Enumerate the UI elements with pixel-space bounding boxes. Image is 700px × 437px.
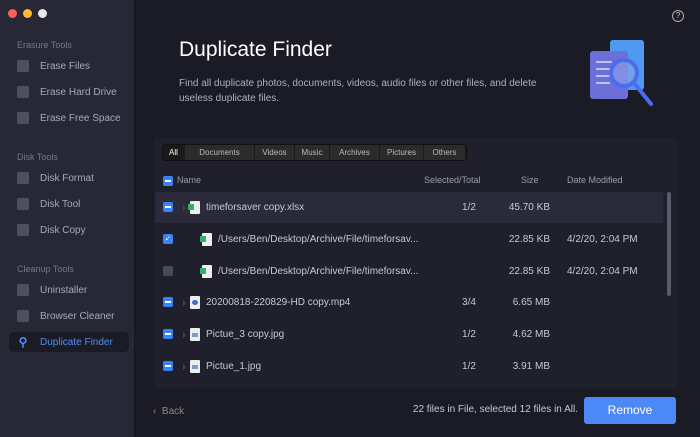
date-modified: 4/2/20, 2:04 PM	[567, 233, 638, 245]
select-all-checkbox[interactable]	[163, 176, 173, 186]
file-size: 22.85 KB	[508, 233, 550, 245]
tab-archives[interactable]: Archives	[330, 145, 380, 160]
sidebar-section-label: Erasure Tools	[17, 40, 72, 50]
search-icon: ⚲	[18, 335, 28, 349]
column-size[interactable]: Size	[521, 175, 539, 185]
help-icon[interactable]: ?	[672, 10, 684, 22]
file-name: Pictue_1.jpg	[206, 361, 262, 372]
row-checkbox[interactable]	[163, 265, 173, 276]
sidebar-item-disk-tool[interactable]: Disk Tool	[9, 194, 129, 214]
page-title: Duplicate Finder	[179, 38, 332, 61]
disclosure-triangle-icon[interactable]	[183, 332, 186, 339]
sidebar-item-label: Disk Copy	[40, 224, 86, 236]
paint-roller-icon	[17, 172, 29, 184]
sidebar-item-disk-format[interactable]: Disk Format	[9, 168, 129, 188]
file-name: Pictue_3 copy.jpg	[206, 329, 285, 341]
chevron-left-icon: ‹	[153, 406, 157, 417]
close-button[interactable]	[8, 9, 17, 18]
row-checkbox[interactable]	[163, 329, 173, 340]
status-text: 22 files in File, selected 12 files in A…	[412, 404, 578, 415]
xlsx-file-icon	[188, 201, 200, 214]
back-label: Back	[161, 406, 185, 417]
sidebar-item-uninstaller[interactable]: Uninstaller	[9, 280, 129, 300]
file-name: timeforsaver copy.xlsx	[206, 202, 305, 213]
mp4-file-icon	[190, 296, 200, 310]
sidebar-section-label: Disk Tools	[17, 152, 58, 162]
shredder-icon	[17, 60, 29, 72]
sidebar-item-label: Duplicate Finder	[40, 336, 113, 348]
row-checkbox[interactable]	[163, 361, 173, 371]
disclosure-triangle-icon[interactable]	[183, 205, 186, 211]
sidebar-item-erase-hard-drive[interactable]: Erase Hard Drive	[9, 82, 129, 102]
tab-documents[interactable]: Documents	[185, 145, 255, 160]
xlsx-file-icon	[200, 232, 212, 246]
file-size: 4.62 MB	[512, 329, 550, 341]
table-row[interactable]: Pictue_3 copy.jpg 1/2 4.62 MB	[155, 319, 663, 350]
table-row[interactable]: ✓ /Users/Ben/Desktop/Archive/File/timefo…	[155, 224, 663, 255]
sidebar-item-disk-copy[interactable]: Disk Copy	[9, 220, 129, 240]
tab-others[interactable]: Others	[424, 145, 466, 160]
sidebar-item-erase-free-space[interactable]: Erase Free Space	[9, 108, 129, 128]
xlsx-file-icon	[200, 264, 212, 278]
table-row[interactable]: /Users/Ben/Desktop/Archive/File/timefors…	[155, 256, 663, 287]
zoom-button[interactable]	[38, 9, 47, 18]
wrench-icon	[17, 198, 29, 210]
file-size: 6.65 MB	[512, 297, 550, 309]
column-date-modified[interactable]: Date Modified	[567, 175, 623, 185]
table-row[interactable]: 20200818-220829-HD copy.mp4 3/4 6.65 MB	[155, 287, 663, 318]
sidebar-item-label: Disk Tool	[40, 198, 81, 210]
jpg-file-icon	[190, 328, 200, 342]
tab-videos[interactable]: Videos	[255, 145, 295, 160]
file-name: 20200818-220829-HD copy.mp4	[206, 297, 351, 309]
tab-all[interactable]: All	[163, 145, 185, 160]
jpg-file-icon	[190, 360, 200, 373]
scrollbar[interactable]	[667, 192, 671, 296]
disk-icon	[17, 112, 29, 124]
file-name: /Users/Ben/Desktop/Archive/File/timefors…	[218, 265, 419, 277]
date-modified: 4/2/20, 2:04 PM	[567, 265, 638, 277]
sidebar-item-duplicate-finder[interactable]: ⚲ Duplicate Finder	[9, 332, 129, 352]
tab-music[interactable]: Music	[295, 145, 330, 160]
tab-pictures[interactable]: Pictures	[380, 145, 424, 160]
sidebar-item-label: Erase Files	[40, 60, 91, 72]
window-controls	[8, 9, 47, 18]
rocket-icon	[17, 310, 29, 322]
page-description: Find all duplicate photos, documents, vi…	[179, 78, 537, 104]
sidebar-section-label: Cleanup Tools	[17, 264, 74, 274]
file-name: /Users/Ben/Desktop/Archive/File/timefors…	[218, 233, 419, 245]
duplicate-finder-illustration	[590, 40, 653, 106]
sidebar-item-label: Browser Cleaner	[40, 310, 115, 322]
remove-button[interactable]: Remove	[584, 397, 676, 424]
copy-icon	[17, 224, 29, 236]
sidebar-item-erase-files[interactable]: Erase Files	[9, 56, 129, 76]
minimize-button[interactable]	[23, 9, 32, 18]
sidebar-item-browser-cleaner[interactable]: Browser Cleaner	[9, 306, 129, 326]
category-tabs: All Documents Videos Music Archives Pictures O…	[162, 144, 467, 161]
row-checkbox[interactable]	[163, 202, 173, 212]
row-checkbox[interactable]	[163, 297, 173, 308]
sidebar: Erasure Tools Erase Files Erase Hard Drive…	[0, 0, 135, 437]
uninstall-icon	[17, 284, 29, 296]
sidebar-item-label: Disk Format	[40, 172, 94, 184]
disclosure-triangle-icon[interactable]	[183, 364, 186, 370]
file-size: 45.70 KB	[508, 202, 550, 213]
back-button[interactable]: ‹ Back	[153, 406, 184, 417]
table-row[interactable]: timeforsaver copy.xlsx 1/2 45.70 KB	[155, 192, 663, 223]
file-size: 22.85 KB	[508, 265, 550, 277]
table-row[interactable]: Pictue_1.jpg 1/2 3.91 MB	[155, 351, 663, 382]
row-checkbox[interactable]: ✓	[163, 233, 173, 244]
hard-drive-icon	[17, 86, 29, 98]
column-name[interactable]: Name	[177, 175, 201, 185]
sidebar-item-label: Erase Free Space	[40, 112, 121, 124]
disclosure-triangle-icon[interactable]	[183, 300, 186, 307]
sidebar-item-label: Erase Hard Drive	[40, 86, 117, 98]
column-selected-total[interactable]: Selected/Total	[424, 175, 481, 185]
sidebar-item-label: Uninstaller	[40, 284, 88, 296]
file-size: 3.91 MB	[512, 361, 550, 372]
